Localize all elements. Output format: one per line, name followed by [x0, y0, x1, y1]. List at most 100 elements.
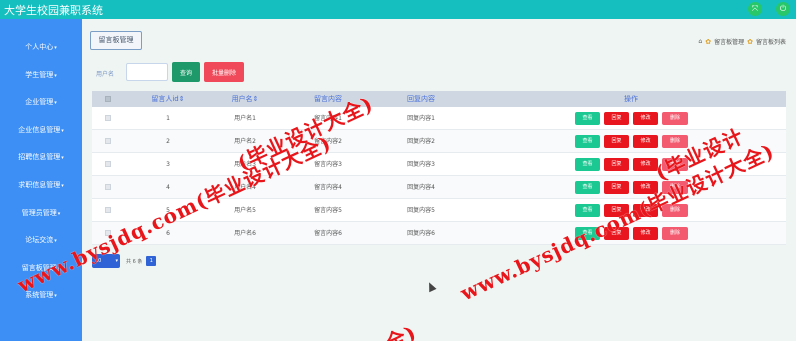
delete-button[interactable]: 删除 [662, 181, 688, 194]
chevron-down-icon: ▾ [115, 258, 118, 264]
table-row: 1 用户名1 留言内容1 回复内容1 查看 回复 修改 删除 [92, 107, 786, 130]
row-checkbox[interactable] [105, 138, 111, 144]
table-header: 留言人id⇕ 用户名⇕ 留言内容 回复内容 操作 [92, 91, 786, 107]
page-size-select[interactable]: 10 ▾ [92, 254, 120, 268]
sidebar-item-admins[interactable]: 管理员管理▾ [0, 203, 82, 223]
sidebar-item-label: 个人中心 [25, 43, 54, 51]
sidebar-item-label: 企业信息管理 [18, 126, 61, 134]
cell-reply: 回复内容5 [407, 207, 435, 214]
table-row: 5 用户名5 留言内容5 回复内容5 查看 回复 修改 删除 [92, 199, 786, 222]
column-header-message: 留言内容 [314, 95, 342, 103]
chevron-down-icon: ▾ [54, 238, 57, 244]
sidebar-item-recruitment[interactable]: 招聘信息管理▾ [0, 147, 82, 167]
cell-username: 用户名2 [234, 138, 256, 145]
edit-button[interactable]: 修改 [633, 135, 658, 148]
row-checkbox[interactable] [105, 207, 111, 213]
row-checkbox[interactable] [105, 184, 111, 190]
reply-button[interactable]: 回复 [604, 158, 629, 171]
table-body: 1 用户名1 留言内容1 回复内容1 查看 回复 修改 删除 2 用户名2 留言… [92, 107, 786, 245]
cell-reply: 回复内容3 [407, 161, 435, 168]
page-title[interactable]: 留言板管理 [90, 31, 142, 50]
select-all-checkbox[interactable] [105, 96, 111, 102]
top-icons: ⤧ ⏻ [748, 2, 790, 16]
breadcrumb-item[interactable]: 留言板管理 [714, 37, 744, 46]
reply-button[interactable]: 回复 [604, 227, 629, 240]
top-bar: 大学生校园兼职系统 ⤧ ⏻ [0, 0, 796, 19]
sidebar-item-system[interactable]: 系统管理▾ [0, 285, 82, 305]
column-header-actions: 操作 [624, 95, 638, 103]
edit-button[interactable]: 修改 [633, 158, 658, 171]
reply-button[interactable]: 回复 [604, 112, 629, 125]
reply-button[interactable]: 回复 [604, 181, 629, 194]
column-header-username[interactable]: 用户名⇕ [232, 91, 259, 107]
app-title: 大学生校园兼职系统 [4, 4, 103, 17]
view-button[interactable]: 查看 [575, 181, 600, 194]
sidebar-item-label: 留言板管理 [21, 264, 57, 272]
sidebar-item-company-info[interactable]: 企业信息管理▾ [0, 120, 82, 140]
table-row: 3 用户名3 留言内容3 回复内容3 查看 回复 修改 删除 [92, 153, 786, 176]
cell-user-id: 4 [166, 184, 170, 191]
cell-user-id: 3 [166, 161, 170, 168]
cell-message: 留言内容5 [314, 207, 342, 214]
table-row: 4 用户名4 留言内容4 回复内容4 查看 回复 修改 删除 [92, 176, 786, 199]
chevron-down-icon: ▾ [54, 73, 57, 79]
column-header-user-id[interactable]: 留言人id⇕ [151, 91, 184, 107]
delete-button[interactable]: 删除 [662, 158, 688, 171]
cell-message: 留言内容1 [314, 115, 342, 122]
edit-button[interactable]: 修改 [633, 204, 658, 217]
chevron-down-icon: ▾ [54, 100, 57, 106]
sidebar-item-forum[interactable]: 论坛交流▾ [0, 230, 82, 250]
cell-username: 用户名1 [234, 115, 256, 122]
edit-button[interactable]: 修改 [633, 112, 658, 125]
username-search-input[interactable] [126, 63, 168, 81]
view-button[interactable]: 查看 [575, 227, 600, 240]
chevron-down-icon: ▾ [54, 293, 57, 299]
breadcrumb: ⌂ ✿ 留言板管理 ✿ 留言板列表 [698, 37, 786, 47]
cell-user-id: 6 [166, 230, 170, 237]
delete-button[interactable]: 删除 [662, 112, 688, 125]
sidebar-item-label: 企业管理 [25, 98, 54, 106]
pagination: 10 ▾ 共 6 条 1 [92, 254, 157, 268]
sidebar-item-job-seeking[interactable]: 求职信息管理▾ [0, 175, 82, 195]
view-button[interactable]: 查看 [575, 135, 600, 148]
chevron-down-icon: ▾ [61, 155, 64, 161]
cell-username: 用户名6 [234, 230, 256, 237]
page-number-current[interactable]: 1 [146, 256, 157, 266]
chevron-down-icon: ▾ [61, 183, 64, 189]
total-count: 共 6 条 [126, 258, 143, 265]
cell-message: 留言内容3 [314, 161, 342, 168]
row-checkbox[interactable] [105, 115, 111, 121]
cell-user-id: 5 [166, 207, 170, 214]
delete-button[interactable]: 删除 [662, 227, 688, 240]
delete-button[interactable]: 删除 [662, 204, 688, 217]
edit-button[interactable]: 修改 [633, 227, 658, 240]
edit-button[interactable]: 修改 [633, 181, 658, 194]
network-icon[interactable]: ⤧ [748, 2, 762, 16]
sidebar-item-students[interactable]: 学生管理▾ [0, 65, 82, 85]
chevron-down-icon: ▾ [61, 128, 64, 134]
row-checkbox[interactable] [105, 161, 111, 167]
row-checkbox[interactable] [105, 230, 111, 236]
batch-delete-button[interactable]: 批量删除 [204, 62, 244, 82]
column-header-reply: 回复内容 [407, 95, 435, 103]
reply-button[interactable]: 回复 [604, 204, 629, 217]
view-button[interactable]: 查看 [575, 204, 600, 217]
view-button[interactable]: 查看 [575, 158, 600, 171]
chevron-down-icon: ▾ [54, 45, 57, 51]
home-icon[interactable]: ⌂ [698, 38, 702, 45]
sidebar-item-message-board[interactable]: 留言板管理▾ [0, 258, 82, 278]
cell-message: 留言内容6 [314, 230, 342, 237]
delete-button[interactable]: 删除 [662, 135, 688, 148]
star-icon: ✿ [705, 37, 712, 46]
sidebar-item-personal-center[interactable]: 个人中心▾ [0, 37, 82, 57]
reply-button[interactable]: 回复 [604, 135, 629, 148]
logout-icon[interactable]: ⏻ [776, 2, 790, 16]
star-icon: ✿ [747, 37, 753, 46]
sidebar-item-label: 系统管理 [25, 291, 54, 299]
query-button[interactable]: 查询 [172, 62, 200, 82]
sidebar-item-label: 管理员管理 [21, 209, 57, 217]
view-button[interactable]: 查看 [575, 112, 600, 125]
sidebar-item-companies[interactable]: 企业管理▾ [0, 92, 82, 112]
cell-reply: 回复内容2 [407, 138, 435, 145]
cell-message: 留言内容4 [314, 184, 342, 191]
